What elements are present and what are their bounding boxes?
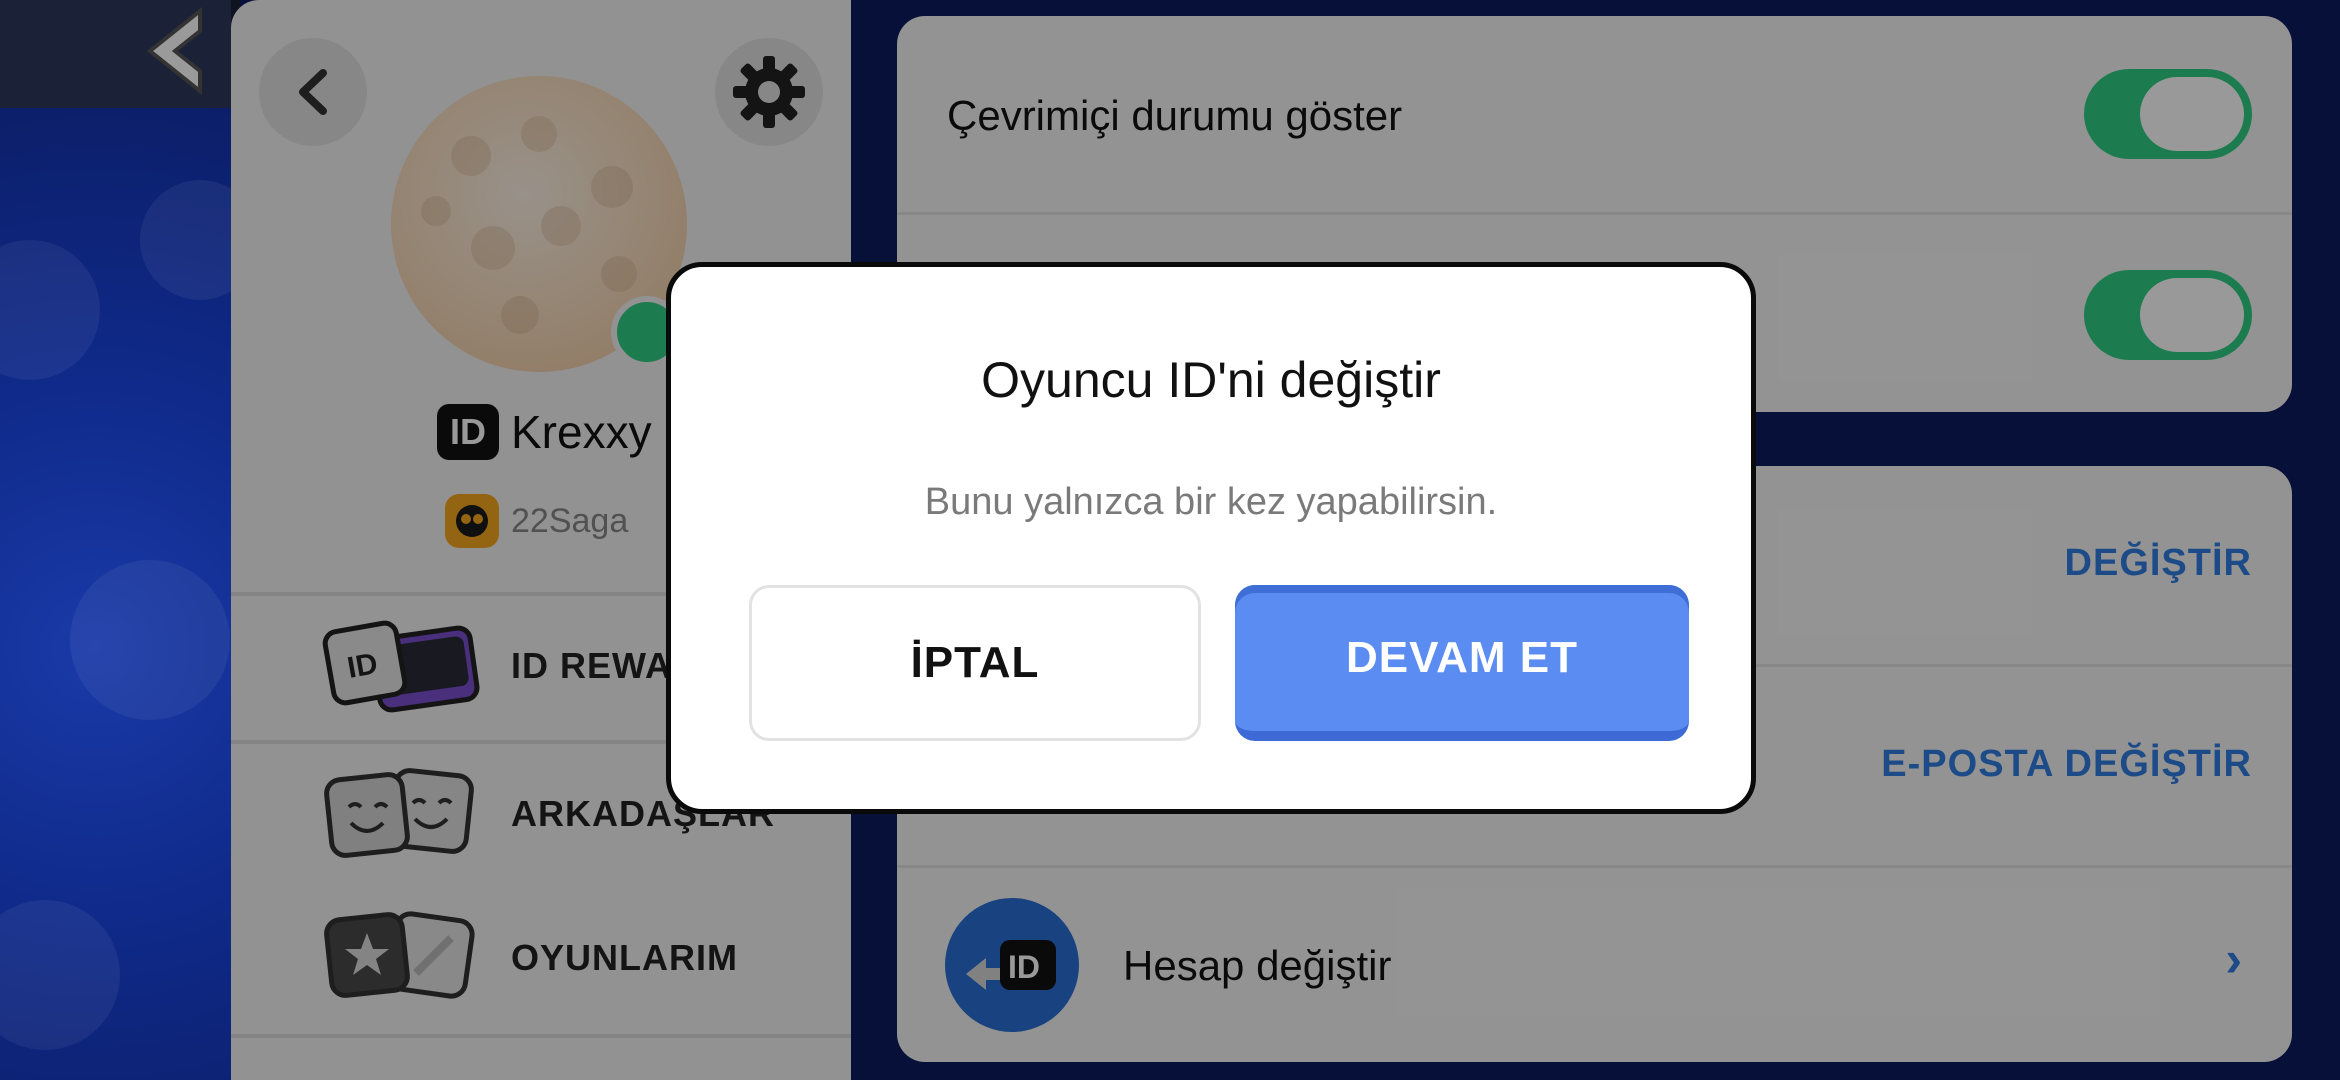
game-topbar: [0, 0, 240, 108]
continue-button[interactable]: DEVAM ET: [1235, 585, 1689, 741]
change-id-dialog: Oyuncu ID'ni değiştir Bunu yalnızca bir …: [666, 262, 1756, 814]
cancel-button[interactable]: İPTAL: [749, 585, 1201, 741]
dialog-message: Bunu yalnızca bir kez yapabilirsin.: [924, 481, 1498, 523]
dialog-title: Oyuncu ID'ni değiştir: [981, 352, 1441, 408]
game-background: [0, 0, 260, 1080]
game-back-icon[interactable]: [140, 6, 210, 96]
